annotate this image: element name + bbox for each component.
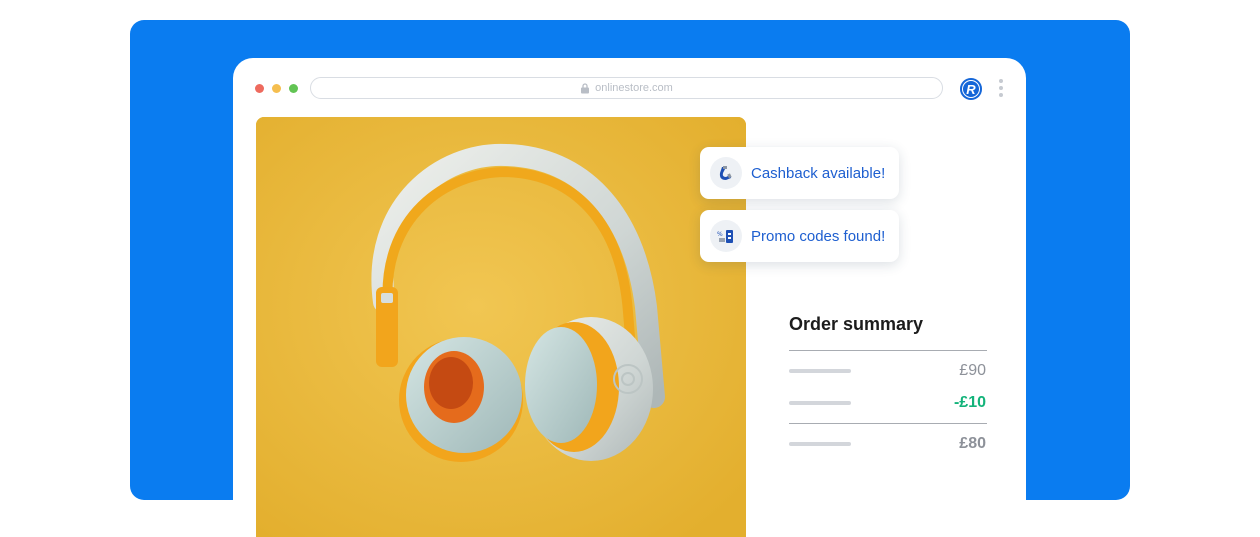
- address-bar[interactable]: onlinestore.com: [310, 77, 943, 99]
- discount-label-placeholder: [789, 401, 851, 405]
- total-amount: £80: [959, 435, 986, 452]
- url-text: onlinestore.com: [595, 82, 673, 94]
- window-controls: [255, 84, 298, 93]
- coupon-icon: %: [710, 220, 742, 252]
- maximize-window-dot[interactable]: [289, 84, 298, 93]
- browser-window: onlinestore.com R Cashback available! % …: [233, 58, 1026, 537]
- subtotal-amount: £90: [959, 362, 986, 379]
- profile-initial: R: [966, 81, 976, 97]
- order-summary-title: Order summary: [789, 314, 924, 334]
- cashback-notification[interactable]: Cashback available!: [700, 147, 899, 199]
- promo-notification[interactable]: % Promo codes found!: [700, 210, 899, 262]
- close-window-dot[interactable]: [255, 84, 264, 93]
- minimize-window-dot[interactable]: [272, 84, 281, 93]
- total-label-placeholder: [789, 442, 851, 446]
- svg-text:%: %: [717, 231, 723, 238]
- headphones-illustration: [256, 117, 746, 537]
- lock-icon: [581, 82, 590, 93]
- kebab-menu-icon[interactable]: [998, 79, 1004, 99]
- promo-label: Promo codes found!: [751, 227, 886, 245]
- magnet-icon: [710, 157, 742, 189]
- discount-amount: -£10: [953, 394, 986, 411]
- summary-divider-bottom: [789, 423, 987, 424]
- subtotal-label-placeholder: [789, 369, 851, 373]
- product-image-headphones: [256, 117, 746, 537]
- extension-profile-icon[interactable]: R: [960, 78, 982, 100]
- summary-divider-top: [789, 350, 987, 351]
- cashback-label: Cashback available!: [751, 164, 886, 182]
